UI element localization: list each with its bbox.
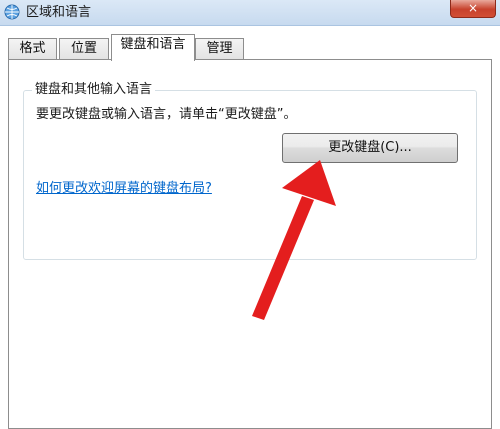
close-button[interactable]: × <box>450 0 496 18</box>
keyboards-group: 键盘和其他输入语言 要更改键盘或输入语言，请单击“更改键盘”。 更改键盘(C).… <box>23 82 477 260</box>
group-legend: 键盘和其他输入语言 <box>32 82 156 98</box>
tab-keyboards-and-languages[interactable]: 键盘和语言 <box>111 34 195 61</box>
globe-keyboard-icon <box>4 4 20 20</box>
close-icon: × <box>467 1 479 15</box>
tab-panel: 键盘和其他输入语言 要更改键盘或输入语言，请单击“更改键盘”。 更改键盘(C).… <box>8 59 492 429</box>
window-title: 区域和语言 <box>26 5 92 20</box>
tab-formats[interactable]: 格式 <box>8 38 57 60</box>
tab-administrative[interactable]: 管理 <box>195 38 244 60</box>
instructions-text: 要更改键盘或输入语言，请单击“更改键盘”。 <box>36 107 297 122</box>
title-bar: 区域和语言 × <box>0 0 500 26</box>
change-keyboards-button[interactable]: 更改键盘(C)... <box>282 133 458 163</box>
tab-location[interactable]: 位置 <box>59 38 109 60</box>
welcome-screen-keyboard-link[interactable]: 如何更改欢迎屏幕的键盘布局? <box>36 177 212 196</box>
